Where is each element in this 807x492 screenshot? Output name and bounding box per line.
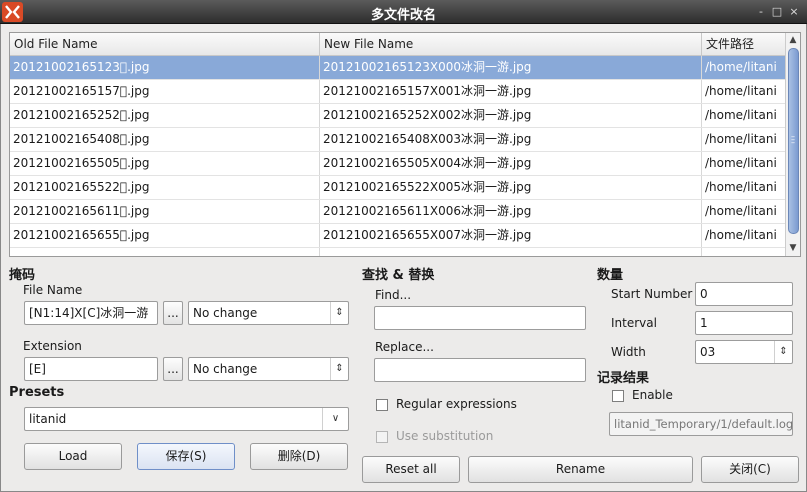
scroll-thumb[interactable]: – – – — [788, 48, 799, 234]
table-row[interactable]: 20121002165655 .jpg 20121002165655X007冰洞… — [10, 224, 785, 248]
grip-icon: – – – — [791, 132, 795, 147]
cell-old-name: 20121002165157 .jpg — [10, 80, 320, 103]
table-scrollbar[interactable]: ▲ – – – ▼ — [785, 33, 800, 256]
log-path-input[interactable]: litanid_Temporary/1/default.log — [609, 412, 793, 436]
width-value: 03 — [700, 345, 716, 359]
table-header: Old File Name New File Name 文件路径 — [10, 33, 785, 56]
cell-new-name: 20121002165655X007冰洞一游.jpg — [320, 224, 702, 247]
start-number-input[interactable]: 0 — [695, 282, 793, 306]
close-icon[interactable]: × — [787, 4, 801, 20]
cell-new-name: 20121002165505X004冰洞一游.jpg — [320, 152, 702, 175]
table-row[interactable]: 20121002165522 .jpg 20121002165522X005冰洞… — [10, 176, 785, 200]
find-label: Find... — [375, 288, 412, 302]
table-row[interactable]: 20121002165505 .jpg 20121002165505X004冰洞… — [10, 152, 785, 176]
cell-path: /home/litani — [705, 132, 777, 146]
find-input[interactable] — [374, 306, 586, 330]
rename-button[interactable]: Rename — [468, 456, 693, 483]
extension-case-value: No change — [193, 362, 258, 376]
file-name-label: File Name — [23, 283, 83, 297]
scroll-down-icon[interactable]: ▼ — [787, 242, 799, 254]
cell-old-name: 20121002165408 .jpg — [10, 128, 320, 151]
cell-new-name: 20121002165157X001冰洞一游.jpg — [320, 80, 702, 103]
presets-value: litanid — [29, 412, 67, 426]
log-enable-checkbox[interactable] — [612, 390, 624, 402]
cell-path: /home/litani — [705, 156, 777, 170]
cell-old-name: 20121002165252 .jpg — [10, 104, 320, 127]
updown-icon[interactable]: ⇕ — [774, 341, 792, 363]
cell-path: /home/litani — [705, 180, 777, 194]
cell-old-name: 20121002165655 .jpg — [10, 224, 320, 247]
file-table: Old File Name New File Name 文件路径 2012100… — [9, 32, 801, 257]
extension-label: Extension — [23, 339, 82, 353]
cell-old-name: 20121002165123 .jpg — [10, 56, 320, 79]
extension-mask-menu-button[interactable]: ... — [163, 357, 183, 381]
table-row[interactable]: 20121002165157 .jpg 20121002165157X001冰洞… — [10, 80, 785, 104]
interval-input[interactable]: 1 — [695, 311, 793, 335]
table-row[interactable]: 20121002165611 .jpg 20121002165611X006冰洞… — [10, 200, 785, 224]
cell-new-name: 20121002165408X003冰洞一游.jpg — [320, 128, 702, 151]
chevron-down-icon: ∨ — [322, 408, 348, 430]
reset-all-button[interactable]: Reset all — [362, 456, 460, 483]
number-section-title: 数量 — [597, 268, 624, 283]
table-row[interactable]: 20121002165408 .jpg 20121002165408X003冰洞… — [10, 128, 785, 152]
file-name-mask-input[interactable]: [N1:14]X[C]冰洞一游 — [24, 301, 158, 325]
regex-label: Regular expressions — [396, 397, 517, 411]
extension-case-select[interactable]: No change ⇕ — [188, 357, 349, 381]
cell-old-name: 20121002165505 .jpg — [10, 152, 320, 175]
cell-new-name: 20121002165611X006冰洞一游.jpg — [320, 200, 702, 223]
column-path[interactable]: 文件路径 — [702, 33, 785, 56]
cell-old-name: 20121002165522 .jpg — [10, 176, 320, 199]
log-enable-label: Enable — [632, 388, 673, 402]
minimize-icon[interactable]: - — [754, 4, 768, 20]
extension-mask-input[interactable]: [E] — [24, 357, 158, 381]
cell-new-name: 20121002165522X005冰洞一游.jpg — [320, 176, 702, 199]
log-section-title: 记录结果 — [597, 371, 650, 386]
save-button[interactable]: 保存(S) — [137, 443, 235, 470]
interval-label: Interval — [611, 316, 657, 330]
delete-button[interactable]: 删除(D) — [250, 443, 348, 470]
updown-icon: ⇕ — [330, 302, 348, 324]
regex-checkbox[interactable] — [376, 399, 388, 411]
width-spinbox[interactable]: 03 ⇕ — [695, 340, 793, 364]
window-title: 多文件改名 — [370, 8, 436, 23]
close-button[interactable]: 关闭(C) — [701, 456, 799, 483]
scroll-up-icon[interactable]: ▲ — [787, 34, 799, 46]
file-name-case-value: No change — [193, 306, 258, 320]
cell-new-name: 20121002165252X002冰洞一游.jpg — [320, 104, 702, 127]
presets-select[interactable]: litanid ∨ — [24, 407, 349, 431]
cell-path: /home/litani — [705, 60, 777, 74]
cell-path: /home/litani — [705, 228, 777, 242]
replace-label: Replace... — [375, 340, 434, 354]
updown-icon: ⇕ — [330, 358, 348, 380]
substitution-label: Use substitution — [396, 429, 494, 443]
mask-section-title: 掩码 — [9, 268, 36, 283]
substitution-checkbox[interactable] — [376, 431, 388, 443]
replace-input[interactable] — [374, 358, 586, 382]
file-name-case-select[interactable]: No change ⇕ — [188, 301, 349, 325]
title-bar: 多文件改名 - □ × — [0, 0, 807, 24]
cell-path: /home/litani — [705, 84, 777, 98]
find-replace-title: 查找 & 替换 — [362, 268, 435, 283]
presets-title: Presets — [9, 385, 65, 400]
width-label: Width — [611, 345, 646, 359]
column-old-name[interactable]: Old File Name — [10, 33, 320, 56]
cell-path: /home/litani — [705, 204, 777, 218]
cell-path: /home/litani — [705, 108, 777, 122]
column-new-name[interactable]: New File Name — [320, 33, 702, 56]
table-row[interactable]: 20121002165123 .jpg 20121002165123X000冰洞… — [10, 56, 785, 80]
cell-new-name: 20121002165123X000冰洞一游.jpg — [320, 56, 702, 79]
load-button[interactable]: Load — [24, 443, 122, 470]
maximize-icon[interactable]: □ — [770, 4, 784, 20]
table-row[interactable]: 20121002165252 .jpg 20121002165252X002冰洞… — [10, 104, 785, 128]
start-number-label: Start Number — [611, 287, 693, 301]
file-name-mask-menu-button[interactable]: ... — [163, 301, 183, 325]
table-row[interactable] — [10, 248, 785, 256]
dialog-body: Old File Name New File Name 文件路径 2012100… — [0, 24, 807, 492]
cell-old-name: 20121002165611 .jpg — [10, 200, 320, 223]
